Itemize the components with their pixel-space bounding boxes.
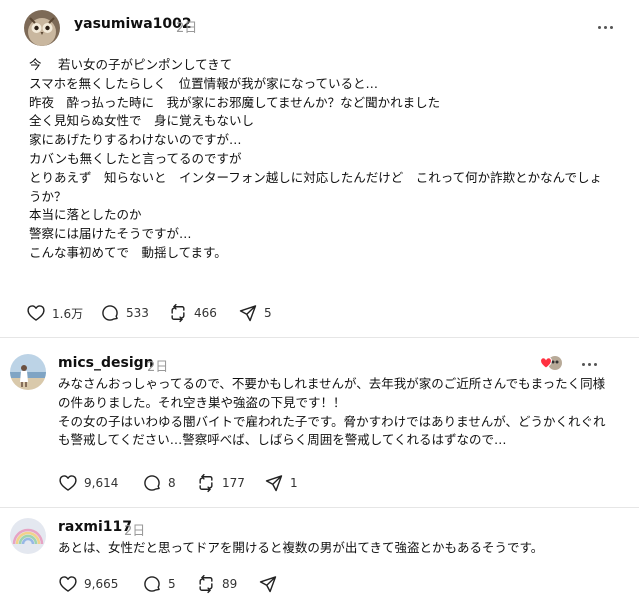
comment-icon [144, 576, 160, 592]
repost-icon [171, 303, 185, 323]
more-icon[interactable] [578, 356, 600, 372]
post-text-line: スマホを無くしたらしく 位置情報が我が家になっていると… [29, 75, 379, 91]
reply-post: raxmi117 2日 あとは、女性だと思ってドアを開けると複数の男が出てきて強… [0, 508, 639, 608]
rainbow-avatar-icon [10, 518, 46, 554]
like-count: 9,665 [84, 577, 119, 591]
post-text: みなさんおっしゃってるので、不要かもしれませんが、去年我が家のご近所さんでもまっ… [58, 375, 606, 450]
thread-post: yasumiwa1002 2日 今 若い女の子がピンポンしてきて スマホを無くし… [0, 0, 639, 338]
username[interactable]: raxmi117 [58, 519, 132, 535]
reply-count: 5 [168, 577, 176, 591]
avatar[interactable] [10, 518, 46, 554]
share-count: 1 [290, 476, 298, 490]
more-icon[interactable] [594, 19, 616, 35]
post-text: あとは、女性だと思ってドアを開けると複数の男が出てきて強盗とかもあるそうです。 [58, 539, 543, 558]
comment-icon [102, 305, 118, 321]
post-text-line: 警察には届けたそうですが… [29, 226, 192, 242]
beach-avatar-icon [10, 354, 46, 390]
post-text-line: その女の子はいわゆる闇バイトで雇われた子です。脅かすわけではありませんが、どうか… [58, 413, 606, 429]
liked-by-author-icon [539, 354, 562, 372]
post-actions: 9,665 5 89 [58, 573, 358, 595]
repost-button[interactable]: 177 [196, 472, 245, 494]
post-text-line: の件ありました。それ空き巣や強盗の下見です！！ [58, 394, 346, 410]
like-count: 9,614 [84, 476, 119, 490]
post-text-line: あとは、女性だと思ってドアを開けると複数の男が出てきて強盗とかもあるそうです。 [58, 540, 544, 555]
username[interactable]: yasumiwa1002 [74, 16, 192, 32]
post-text-line: 今 若い女の子がピンポンしてきて [29, 57, 233, 72]
heart-icon [59, 475, 77, 491]
username[interactable]: mics_design [58, 355, 154, 371]
avatar[interactable] [10, 354, 46, 390]
reply-button[interactable]: 8 [142, 472, 176, 494]
like-button[interactable]: 9,614 [58, 472, 118, 494]
post-text-line: も警戒してください…警察呼べば、しばらく周囲を警戒してくれるはずなので… [58, 432, 507, 448]
like-button[interactable]: 1.6万 [26, 302, 83, 324]
timestamp[interactable]: 2日 [124, 520, 145, 539]
reply-count: 533 [126, 306, 149, 320]
repost-count: 177 [222, 476, 245, 490]
share-button[interactable]: 1 [264, 472, 298, 494]
post-text-line: とりあえず 知らないと インターフォン越しに対応したんだけど これって何か詐欺と… [29, 169, 603, 185]
repost-button[interactable]: 466 [168, 302, 217, 324]
repost-icon [199, 473, 213, 493]
post-actions: 9,614 8 177 1 [58, 472, 358, 494]
repost-count: 466 [194, 306, 217, 320]
share-count: 5 [264, 306, 272, 320]
repost-button[interactable]: 89 [196, 573, 237, 595]
like-count: 1.6万 [52, 306, 84, 321]
post-actions: 1.6万 533 466 5 [26, 302, 326, 324]
share-button[interactable] [258, 573, 278, 595]
send-icon [265, 475, 283, 492]
timestamp[interactable]: 2日 [176, 17, 197, 36]
share-button[interactable]: 5 [238, 302, 272, 324]
send-icon [259, 576, 277, 593]
post-text-line: 昨夜 酔っ払った時に 我が家にお邪魔してませんか？など聞かれました [29, 94, 441, 110]
heart-icon [27, 305, 45, 321]
post-text-line: みなさんおっしゃってるので、不要かもしれませんが、去年我が家のご近所さんでもまっ… [58, 376, 606, 391]
comment-icon [144, 475, 160, 491]
reply-post: mics_design 2日 みなさんおっしゃってるので、不要かもしれませんが、… [0, 338, 639, 508]
post-text-line: 本当に落としたのか [29, 207, 142, 223]
avatar[interactable] [24, 10, 60, 46]
reply-count: 8 [168, 476, 176, 490]
like-button[interactable]: 9,665 [58, 573, 118, 595]
post-text-line: うか？ [29, 188, 67, 204]
reply-button[interactable]: 533 [100, 302, 149, 324]
heart-icon [59, 576, 77, 592]
repost-icon [199, 574, 213, 594]
post-text-line: 家にあげたりするわけないのですが… [29, 132, 242, 148]
post-text: 今 若い女の子がピンポンしてきて スマホを無くしたらしく 位置情報が我が家になっ… [29, 56, 602, 263]
reply-button[interactable]: 5 [142, 573, 176, 595]
timestamp[interactable]: 2日 [147, 356, 168, 375]
owl-avatar-icon [24, 10, 60, 46]
post-text-line: こんな事初めてで 動揺してます。 [29, 244, 227, 260]
send-icon [239, 305, 257, 322]
repost-count: 89 [222, 577, 238, 591]
post-text-line: 全く見知らぬ女性で 身に覚えもないし [29, 113, 255, 129]
post-text-line: カバンも無くしたと言ってるのですが [29, 150, 242, 166]
